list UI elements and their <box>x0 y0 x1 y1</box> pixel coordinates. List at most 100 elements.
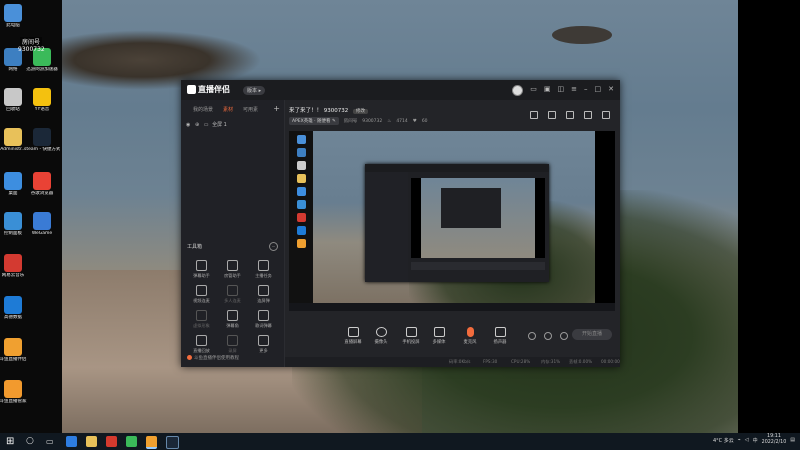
category-badge[interactable]: APEX英雄 · 随便看 ✎ <box>289 117 339 125</box>
maximize-icon[interactable]: □ <box>595 85 602 96</box>
record-icon[interactable] <box>528 332 536 340</box>
steam-taskbar-icon[interactable] <box>166 436 179 449</box>
toolbox-item[interactable]: 弹幕助手 <box>186 260 217 279</box>
message-icon[interactable]: ▭ <box>530 85 537 96</box>
source-controls: 直播屏幕 摄像头 手机投屏 多媒体 麦克风 扬声器 开始直播 <box>285 317 620 353</box>
desktop-icon-item[interactable]: WeGame <box>24 212 60 237</box>
tool-label: 更多 <box>259 348 268 353</box>
phone-cast-button[interactable]: 手机投屏 <box>398 327 424 345</box>
tool-icon <box>227 285 238 296</box>
toolbox-item[interactable]: 主播任务 <box>248 260 279 279</box>
sidebar-status[interactable]: 斗鱼直播伴侣使用教程 <box>187 355 239 361</box>
tool-icon <box>258 260 269 271</box>
monitor-icon: ▭ <box>203 122 209 128</box>
windows-start-icon[interactable]: ⊞ <box>6 436 17 447</box>
sidebar-tab[interactable]: 素材 <box>223 106 233 113</box>
xunyou-taskbar-icon[interactable] <box>126 436 137 447</box>
microphone-icon <box>466 327 474 337</box>
desktop-icon-item[interactable]: 网易云音乐 <box>0 254 31 279</box>
toolbox-item[interactable]: 房管助手 <box>217 260 248 279</box>
sidebar-tab[interactable]: 可用素 <box>243 106 258 113</box>
screen-capture-button[interactable]: 直播屏幕 <box>340 327 366 345</box>
douyu-taskbar-icon[interactable] <box>146 436 157 449</box>
category-text: APEX英雄 · 随便看 <box>292 119 331 124</box>
extra-controls <box>528 332 568 340</box>
volume-icon[interactable]: ◁ <box>745 437 749 443</box>
edge-icon[interactable] <box>66 436 77 447</box>
toolbox-item[interactable]: 更多 <box>248 335 279 354</box>
toolbox-item[interactable]: 弹幕角 <box>217 310 248 329</box>
camera-button[interactable]: 摄像头 <box>368 327 394 345</box>
douyu-manager-icon <box>4 380 22 398</box>
sidebar-status-text: 斗鱼直播伴侣使用教程 <box>194 356 239 361</box>
edit-title-button[interactable]: 修改 <box>353 109 368 114</box>
eye-icon[interactable]: ◉ <box>186 122 190 128</box>
desktop-icon-item[interactable]: steam - 快捷方式 <box>24 128 60 153</box>
clock-date: 2022/2/10 <box>761 440 787 445</box>
start-live-button[interactable]: 开始直播 <box>572 329 612 340</box>
media-button[interactable]: 多媒体 <box>426 327 452 345</box>
office-icon[interactable] <box>106 436 117 447</box>
desktop-screen: 此电脑 网络 回收站 Administr... 桌面 控制面板 网易云音乐 高德数据 斗鱼直播伴… <box>0 0 800 450</box>
toolbox-item[interactable]: 连屏弹 <box>248 285 279 304</box>
toolbox-item[interactable]: 视频连麦 <box>186 285 217 304</box>
version-badge[interactable]: 版本 ▸ <box>243 86 266 95</box>
store-icon[interactable]: ▣ <box>544 85 551 96</box>
desktop-icon-item[interactable]: 此电脑 <box>0 4 31 29</box>
lock-icon[interactable]: ⊕ <box>195 122 199 128</box>
toolbox-item[interactable]: 多人连麦 <box>217 285 248 304</box>
skin-icon[interactable]: ◫ <box>558 85 565 96</box>
notification-icon[interactable]: ▤ <box>790 437 795 443</box>
fans-value: 60 <box>421 118 428 124</box>
toolbox-item[interactable]: 录屏 <box>217 335 248 354</box>
desktop-icon-item[interactable]: 谷歌浏览器 <box>24 172 60 197</box>
settings-icon[interactable] <box>560 332 568 340</box>
close-icon[interactable]: ✕ <box>608 85 614 96</box>
sidebar-tab[interactable]: 我的场景 <box>193 106 213 113</box>
live-preview[interactable] <box>289 131 615 311</box>
weather-widget[interactable]: 4°C 多云 <box>713 437 734 444</box>
task-view-icon[interactable]: ▭ <box>46 436 57 447</box>
screen-icon <box>347 327 359 337</box>
scene-item[interactable]: ◉ ⊕ ▭ 全屏 1 <box>186 121 227 128</box>
memory-text: 内存:31% <box>541 359 561 364</box>
desktop-icon-item[interactable]: YY语音 <box>24 88 60 113</box>
preview-taskbar <box>289 303 615 311</box>
desktop-icon-label: YY语音 <box>34 107 50 112</box>
toolbox-item[interactable]: 歌词弹幕 <box>248 310 279 329</box>
desktop-icon-item[interactable]: 斗鱼直播伴侣 <box>0 338 31 363</box>
input-method-indicator[interactable]: 中 <box>753 437 758 444</box>
speaker-button[interactable]: 扬声器 <box>487 327 513 345</box>
menu-icon[interactable]: ≡ <box>571 85 577 96</box>
tool-icon <box>227 335 238 346</box>
toolbox-item[interactable]: 直播回放 <box>186 335 217 354</box>
gift-icon[interactable] <box>530 111 538 119</box>
clock[interactable]: 19:11 2022/2/10 <box>762 434 787 446</box>
window-titlebar[interactable]: 直播伴侣 版本 ▸ ▭ ▣ ◫ ≡ – □ ✕ <box>181 80 620 100</box>
hot-value: 4714 <box>396 118 408 124</box>
toolbox-more-icon[interactable]: ··· <box>269 242 278 251</box>
microphone-button[interactable]: 麦克风 <box>457 327 483 345</box>
toolbox-item[interactable]: 虚拟形象 <box>186 310 217 329</box>
share-icon[interactable] <box>602 111 610 119</box>
fps-text: FPS:30 <box>483 359 498 364</box>
desktop-icon-item[interactable]: 高德数据 <box>0 296 31 321</box>
desktop-icon-item[interactable]: 斗鱼直播管家 <box>0 380 31 405</box>
search-icon[interactable]: ○ <box>26 436 37 447</box>
desktop-icon-label: 迅游网游加速器 <box>26 67 58 72</box>
rank-icon[interactable] <box>566 111 574 119</box>
camera-icon <box>375 327 387 337</box>
network-icon[interactable]: ⌁ <box>738 437 741 443</box>
eye-icon[interactable] <box>544 332 552 340</box>
explorer-icon[interactable] <box>86 436 97 447</box>
minimize-icon[interactable]: – <box>584 85 588 96</box>
add-source-icon[interactable]: + <box>273 104 280 113</box>
douyu-small-icon <box>187 355 192 360</box>
room-title: 来了来了！！ 9300732 修改 <box>289 106 368 114</box>
bell-icon[interactable] <box>584 111 592 119</box>
main-toolbar-icons <box>530 111 610 119</box>
avatar[interactable] <box>512 85 524 96</box>
tool-label: 连屏弹 <box>257 298 270 303</box>
tool-icon <box>227 310 238 321</box>
lock-icon[interactable] <box>548 111 556 119</box>
